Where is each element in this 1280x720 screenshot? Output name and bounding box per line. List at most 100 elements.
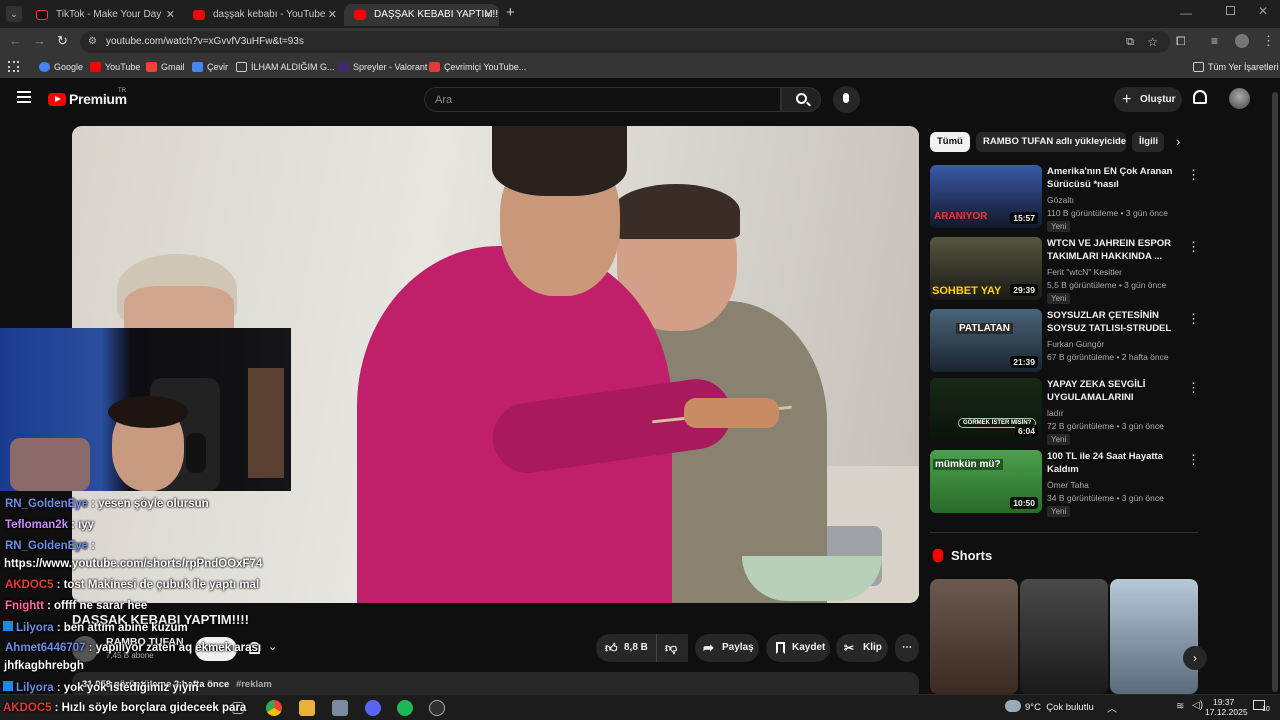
create-button[interactable]: + Oluştur — [1114, 87, 1182, 112]
recommended-video[interactable]: ARANIYOR 15:57 Amerika'nın EN Çok Aranan… — [930, 165, 1200, 232]
more-options-icon[interactable]: ⋮ — [1187, 380, 1200, 396]
chip-related[interactable]: İlgili — [1132, 132, 1164, 152]
more-dots-icon: ⋯ — [902, 642, 912, 653]
reload-icon[interactable]: ↻ — [57, 33, 68, 49]
weather-text[interactable]: 9°C Çok bulutlu — [1025, 702, 1094, 713]
scissors-icon: ✂ — [844, 641, 855, 655]
close-icon[interactable]: ✕ — [328, 4, 337, 26]
video-title[interactable]: YAPAY ZEKA SEVGİLİ UYGULAMALARINI DENEDİ… — [1047, 378, 1175, 405]
new-badge: Yeni — [1047, 221, 1071, 232]
plus-icon: + — [1122, 91, 1132, 108]
voice-search-button[interactable] — [833, 86, 860, 113]
obs-icon[interactable] — [429, 700, 445, 716]
chevron-right-icon[interactable]: › — [1176, 134, 1180, 149]
channel-name[interactable]: Ferit "wtcN" Kesitler — [1047, 267, 1122, 277]
notifications-bell-icon[interactable] — [1193, 90, 1207, 104]
clip-button[interactable]: ✂ Klip — [836, 634, 888, 662]
chevron-down-icon[interactable]: ⌄ — [268, 640, 277, 653]
bookmark-youtube[interactable]: YouTube — [90, 56, 140, 78]
forward-icon[interactable]: → — [33, 33, 46, 48]
more-options-icon[interactable]: ⋮ — [1187, 239, 1200, 255]
more-options-icon[interactable]: ⋮ — [1187, 311, 1200, 327]
recommended-video[interactable]: SOHBET YAY 29:39 WTCN VE JAHREIN ESPOR T… — [930, 237, 1200, 304]
minimize-icon[interactable]: — — [1180, 6, 1192, 20]
hamburger-menu-icon[interactable] — [17, 91, 31, 103]
recommended-video[interactable]: PATLATAN 21:39 SOYSUZLAR ÇETESİNİN SOYSU… — [930, 309, 1200, 373]
channel-name[interactable]: ladır — [1047, 408, 1064, 418]
channel-name[interactable]: Ömer Taha — [1047, 480, 1089, 490]
valorant-icon — [338, 62, 349, 72]
shorts-next-button[interactable]: › — [1183, 646, 1207, 670]
all-bookmarks[interactable]: Tüm Yer İşaretleri — [1193, 56, 1279, 78]
video-title[interactable]: WTCN VE JAHREIN ESPOR TAKIMLARI HAKKINDA… — [1047, 237, 1175, 263]
channel-name[interactable]: Furkan Güngör — [1047, 339, 1104, 349]
more-options-icon[interactable]: ⋮ — [1187, 167, 1200, 183]
video-thumbnail[interactable]: PATLATAN 21:39 — [930, 309, 1042, 372]
dislike-button[interactable]: 👎︎ — [656, 634, 688, 662]
discord-icon[interactable] — [365, 700, 381, 716]
more-options-icon[interactable]: ⋮ — [1187, 452, 1200, 468]
video-title[interactable]: Amerika'nın EN Çok Aranan Sürücüsü *nası… — [1047, 165, 1175, 192]
save-button[interactable]: Kaydet — [766, 634, 830, 662]
video-thumbnail[interactable]: GÖRMEK İSTER MİSİN? 6:04 — [930, 378, 1042, 441]
recommended-video[interactable]: GÖRMEK İSTER MİSİN? 6:04 YAPAY ZEKA SEVG… — [930, 378, 1200, 445]
save-label: Kaydet — [792, 642, 826, 653]
bookmark-valorant[interactable]: Spreyler - Valorant — [338, 56, 427, 78]
tray-chevron-icon[interactable]: ︿ — [1107, 700, 1117, 715]
chip-all[interactable]: Tümü — [930, 132, 970, 152]
file-explorer-icon[interactable] — [299, 700, 315, 716]
bookmark-online-youtube[interactable]: Çevrimiçi YouTube... — [429, 56, 526, 78]
chrome-menu-icon[interactable]: ⋮ — [1262, 33, 1275, 49]
video-title[interactable]: 100 TL ile 24 Saat Hayatta Kaldım — [1047, 450, 1175, 476]
app-icon[interactable] — [332, 700, 348, 716]
url-input[interactable]: ⚙ youtube.com/watch?v=xGvvfV3uHFw&t=93s … — [80, 31, 1170, 53]
short-thumbnail[interactable] — [1020, 579, 1108, 694]
close-window-icon[interactable]: ✕ — [1258, 4, 1268, 18]
bookmark-star-icon[interactable]: ☆ — [1147, 31, 1158, 53]
back-icon[interactable]: ← — [9, 33, 22, 48]
apps-grid-icon[interactable] — [8, 61, 19, 72]
share-button[interactable]: ➦ Paylaş — [695, 634, 759, 662]
tab-search-results[interactable]: daşşak kebabı - YouTube ✕ — [183, 4, 343, 26]
extensions-icon[interactable]: ⧠ — [1176, 34, 1186, 49]
account-avatar[interactable] — [1229, 88, 1250, 109]
browser-tab-bar: ⌄ TikTok - Make Your Day ✕ daşşak kebabı… — [0, 0, 1280, 28]
search-input[interactable]: Ara — [424, 87, 781, 112]
restore-icon[interactable] — [1226, 6, 1235, 15]
profile-avatar[interactable] — [1235, 34, 1249, 48]
channel-name[interactable]: Gözaltı — [1047, 195, 1074, 205]
volume-icon[interactable]: ◁) — [1192, 700, 1203, 711]
short-thumbnail[interactable] — [1110, 579, 1198, 694]
tab-tiktok[interactable]: TikTok - Make Your Day ✕ — [26, 4, 181, 26]
chrome-icon[interactable] — [266, 700, 282, 716]
video-thumbnail[interactable]: mümkün mü? 10:50 — [930, 450, 1042, 513]
network-icon[interactable]: ≋ — [1176, 701, 1184, 712]
youtube-icon — [193, 10, 205, 20]
media-controls-icon[interactable]: ≡ — [1211, 34, 1218, 48]
tab-search-button[interactable]: ⌄ — [6, 6, 22, 22]
chip-from-uploader[interactable]: RAMBO TUFAN adlı yükleyiciden — [976, 132, 1126, 152]
cast-icon[interactable]: ⧉ — [1126, 31, 1134, 53]
more-actions-button[interactable]: ⋯ — [895, 634, 919, 662]
search-button[interactable] — [781, 87, 821, 112]
like-count: 8,8 B — [624, 642, 648, 653]
video-thumbnail[interactable]: ARANIYOR 15:57 — [930, 165, 1042, 228]
clock-time[interactable]: 19:37 — [1213, 697, 1234, 707]
short-thumbnail[interactable] — [930, 579, 1018, 694]
new-tab-button[interactable]: + — [506, 4, 515, 21]
site-info-icon[interactable]: ⚙ — [88, 31, 97, 53]
clock-date[interactable]: 17.12.2025 — [1205, 707, 1248, 717]
bookmark-translate[interactable]: Çevir — [192, 56, 228, 78]
page-scrollbar[interactable] — [1272, 92, 1278, 692]
bookmark-folder[interactable]: İLHAM ALDIĞIM G... — [236, 56, 335, 78]
close-icon[interactable]: ✕ — [484, 4, 493, 26]
bookmark-gmail[interactable]: Gmail — [146, 56, 185, 78]
recommended-video[interactable]: mümkün mü? 10:50 100 TL ile 24 Saat Haya… — [930, 450, 1200, 517]
tab-current-video[interactable]: DAŞŞAK KEBABI YAPTIM!!!! - YouTube ✕ — [344, 4, 499, 26]
spotify-icon[interactable] — [397, 700, 413, 716]
close-icon[interactable]: ✕ — [166, 4, 175, 26]
video-thumbnail[interactable]: SOHBET YAY 29:39 — [930, 237, 1042, 300]
bookmark-google[interactable]: Google — [39, 56, 83, 78]
video-title[interactable]: SOYSUZLAR ÇETESİNİN SOYSUZ TATLISI-STRUD… — [1047, 309, 1175, 336]
hashtag[interactable]: #reklam — [236, 679, 272, 690]
